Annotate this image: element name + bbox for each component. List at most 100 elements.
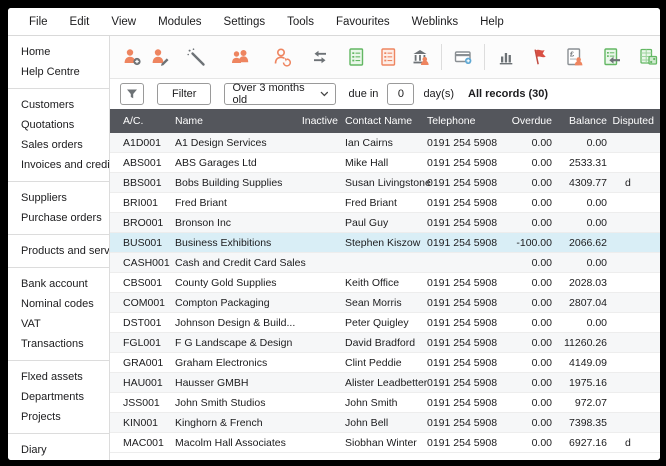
sidebar-item[interactable]: Help Centre [8,62,109,82]
sidebar-item[interactable]: Customers [8,88,109,115]
app-window: File Edit View Modules Settings Tools Fa… [8,8,660,460]
days-input[interactable] [387,83,414,105]
sidebar-item[interactable]: Nominal codes [8,294,109,314]
column-header[interactable]: Overdue [498,115,552,127]
age-filter-dropdown[interactable]: Over 3 months old [224,83,336,105]
column-header[interactable]: Contact Name [338,115,420,127]
table-row[interactable]: CASH001 Cash and Credit Card Sales 0.00 … [110,253,660,273]
column-header[interactable]: A/C. [110,115,175,127]
menu-item[interactable]: File [18,16,59,28]
cell-contact: Ian Cairns [338,137,420,149]
report-icon[interactable] [636,45,660,69]
sidebar-item[interactable]: Bank account [8,267,109,294]
cell-overdue: 0.00 [498,197,552,209]
cell-contact: Keith Office [338,277,420,289]
column-header[interactable]: Balance [552,115,607,127]
cell-overdue: 0.00 [498,317,552,329]
table-row[interactable]: ABS001 ABS Garages Ltd Mike Hall 0191 25… [110,153,660,173]
cell-contact: David Bradford [338,337,420,349]
menu-bar: File Edit View Modules Settings Tools Fa… [8,8,660,36]
add-customer-icon[interactable] [120,45,144,69]
statement-icon[interactable]: £ [562,45,586,69]
invoice-list-icon[interactable] [344,45,368,69]
cell-contact: Mike Hall [338,157,420,169]
cell-contact: Peter Quigley [338,317,420,329]
cell-telephone: 0191 254 5908 [420,297,498,309]
menu-item[interactable]: Edit [59,16,101,28]
cell-overdue: 0.00 [498,437,552,449]
cell-balance: 11260.26 [552,337,607,349]
menu-item[interactable]: Favourites [325,16,401,28]
cell-name: Compton Packaging [175,297,293,309]
menu-item[interactable]: View [100,16,147,28]
customer-refresh-icon[interactable] [270,45,294,69]
sidebar-item[interactable]: Diary [8,433,109,460]
table-row[interactable]: BBS001 Bobs Building Supplies Susan Livi… [110,173,660,193]
cell-account: MAC001 [110,437,175,449]
cell-telephone: 0191 254 5908 [420,377,498,389]
cell-overdue: 0.00 [498,357,552,369]
menu-item[interactable]: Tools [276,16,325,28]
table-row[interactable]: JSS001 John Smith Studios John Smith 019… [110,393,660,413]
sidebar-item[interactable]: Transactions [8,334,109,354]
bank-customer-icon[interactable] [408,45,432,69]
table-row[interactable]: HAU001 Hausser GMBH Alister Leadbetter 0… [110,373,660,393]
sidebar-item[interactable]: VAT [8,314,109,334]
table-row[interactable]: GRA001 Graham Electronics Clint Peddie 0… [110,353,660,373]
cell-overdue: -100.00 [498,237,552,249]
cell-telephone: 0191 254 5908 [420,137,498,149]
table-row[interactable]: KIN001 Kinghorn & French John Bell 0191 … [110,413,660,433]
table-row[interactable]: A1D001 A1 Design Services Ian Cairns 019… [110,133,660,153]
table-row[interactable]: MAC001 Macolm Hall Associates Siobhan Wi… [110,433,660,453]
column-header[interactable]: Disputed [607,115,660,127]
sidebar-item[interactable]: Purchase orders [8,208,109,228]
cell-balance: 0.00 [552,137,607,149]
sidebar-item[interactable]: Products and services [8,234,109,261]
column-header[interactable]: Inactive [293,115,338,127]
menu-item[interactable]: Help [469,16,515,28]
card-payment-icon[interactable] [451,45,475,69]
flag-icon[interactable] [527,45,551,69]
cell-balance: 7398.35 [552,417,607,429]
column-header[interactable]: Telephone [420,115,498,127]
cell-account: HAU001 [110,377,175,389]
records-count-label: All records (30) [468,88,548,100]
customer-group-icon[interactable] [228,45,252,69]
cell-contact: Alister Leadbetter [338,377,420,389]
cell-balance: 0.00 [552,257,607,269]
sidebar-item[interactable]: Quotations [8,115,109,135]
cell-overdue: 0.00 [498,377,552,389]
filter-button[interactable]: Filter [157,83,211,105]
table-row[interactable]: COM001 Compton Packaging Sean Morris 019… [110,293,660,313]
menu-item[interactable]: Modules [147,16,212,28]
menu-item[interactable]: Settings [213,16,277,28]
sidebar-item[interactable]: Projects [8,407,109,427]
sidebar-item[interactable]: Sales orders [8,135,109,155]
import-icon[interactable] [599,45,623,69]
sidebar-item[interactable]: Home [8,42,109,62]
table-row[interactable]: DST001 Johnson Design & Build... Peter Q… [110,313,660,333]
table-row[interactable]: BUS001 Business Exhibitions Stephen Kisz… [110,233,660,253]
table-row[interactable]: BRO001 Bronson Inc Paul Guy 0191 254 590… [110,213,660,233]
cell-name: Cash and Credit Card Sales [175,257,293,269]
cell-balance: 4309.77 [552,177,607,189]
table-row[interactable]: FGL001 F G Landscape & Design David Brad… [110,333,660,353]
credit-list-icon[interactable] [376,45,400,69]
table-row[interactable]: BRI001 Fred Briant Fred Briant 0191 254 … [110,193,660,213]
table-header: A/C. Name Inactive Contact Name Telephon… [110,109,660,133]
table-row[interactable]: CBS001 County Gold Supplies Keith Office… [110,273,660,293]
wizard-icon[interactable] [184,45,208,69]
sidebar-item[interactable]: Departments [8,387,109,407]
cell-overdue: 0.00 [498,217,552,229]
column-header[interactable]: Name [175,115,293,127]
menu-item[interactable]: Weblinks [401,16,469,28]
chart-icon[interactable] [494,45,518,69]
cell-balance: 2807.04 [552,297,607,309]
sidebar-item[interactable]: Suppliers [8,181,109,208]
edit-customer-icon[interactable] [148,45,172,69]
cell-account: DST001 [110,317,175,329]
sidebar-item[interactable]: Invoices and credits [8,155,109,175]
funnel-filter-button[interactable] [120,83,144,105]
sidebar-item[interactable]: Flxed assets [8,360,109,387]
transfer-icon[interactable] [308,45,332,69]
